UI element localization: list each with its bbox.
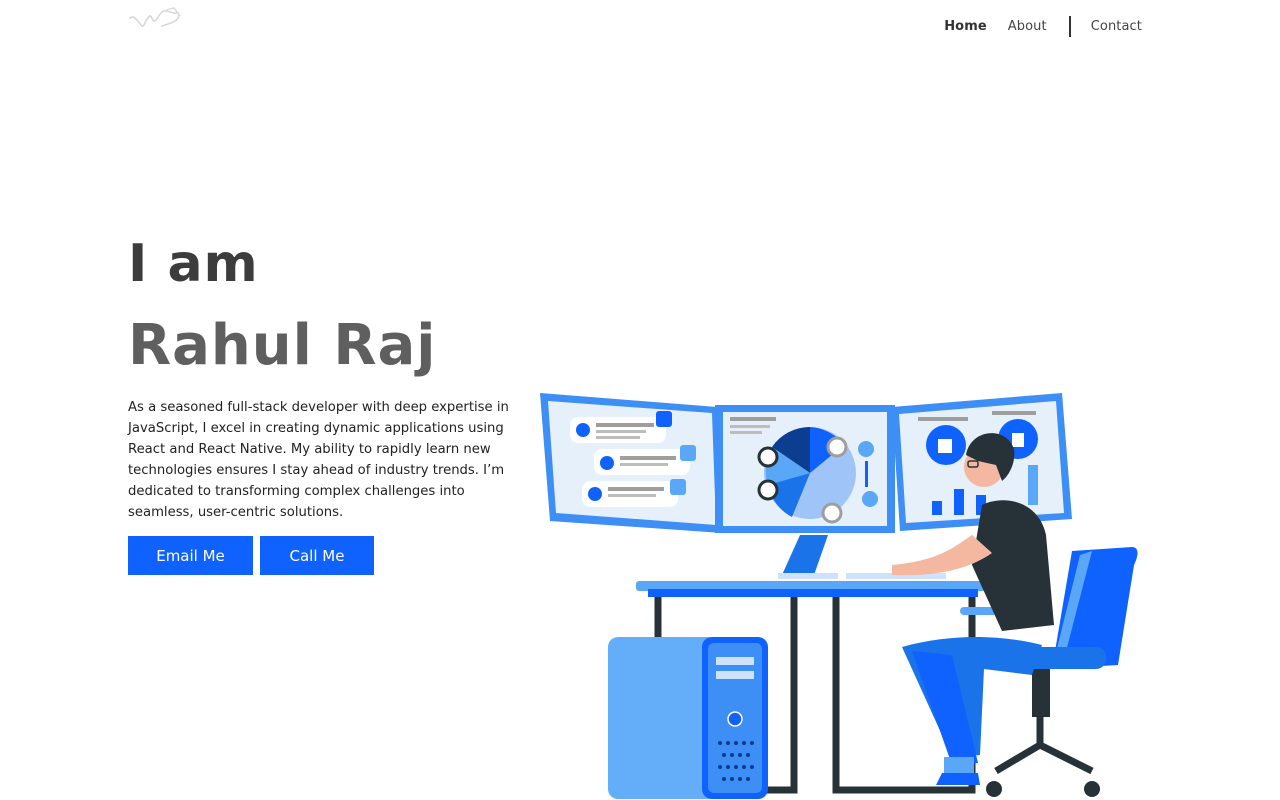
main-nav: Home About Contact <box>944 15 1142 37</box>
nav-divider <box>1068 15 1071 37</box>
hero-description: As a seasoned full-stack developer with … <box>128 400 509 520</box>
page: Home About Contact I am Rahul Raj As a s… <box>0 0 1280 800</box>
hero-intro: I am <box>128 234 259 294</box>
nav-about-link[interactable]: About <box>1008 19 1047 34</box>
nav-home-link[interactable]: Home <box>944 19 987 34</box>
signature-logo-icon[interactable] <box>128 4 184 46</box>
nav-contact-link[interactable]: Contact <box>1091 19 1142 34</box>
email-me-button[interactable]: Email Me <box>128 536 253 575</box>
hero-name: Rahul Raj <box>128 313 437 378</box>
call-me-button[interactable]: Call Me <box>260 536 374 575</box>
developer-at-workstation-illustration <box>532 385 1152 800</box>
